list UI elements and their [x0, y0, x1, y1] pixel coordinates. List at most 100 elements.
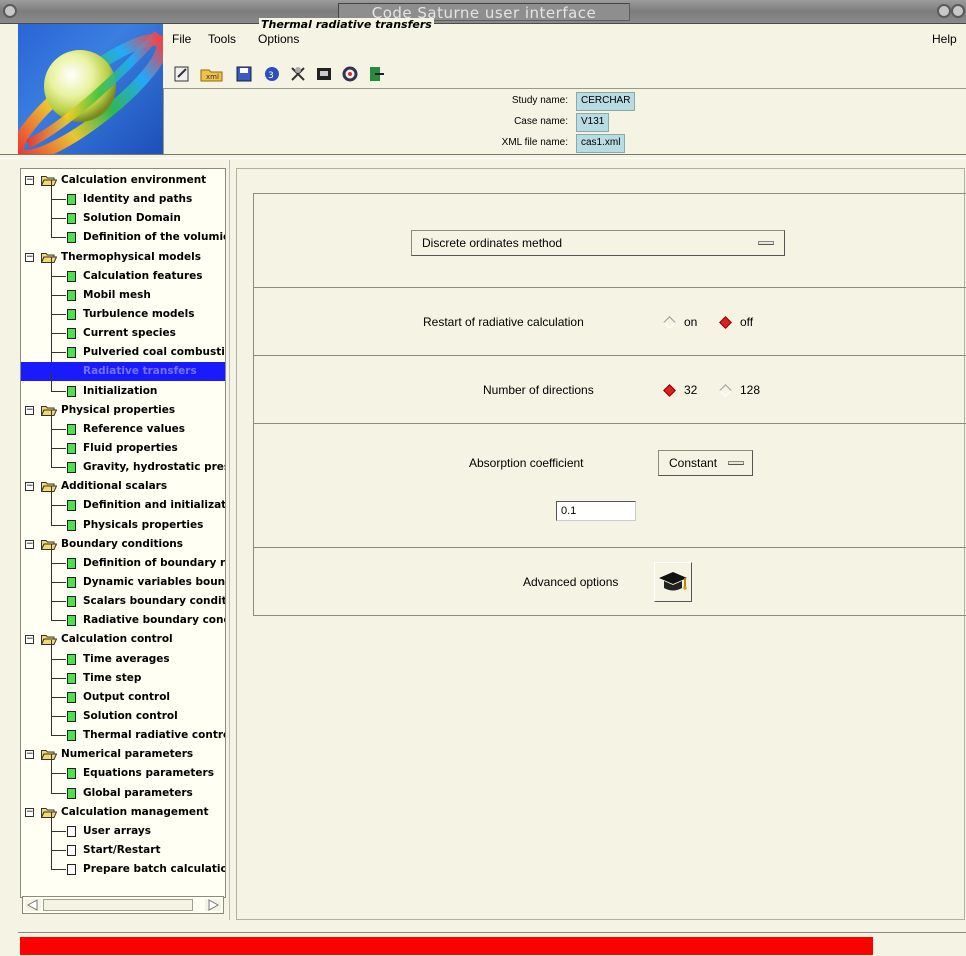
page-icon	[67, 844, 76, 856]
collapse-icon[interactable]: −	[25, 252, 34, 262]
restart-on-label: on	[684, 315, 698, 329]
xml-file-value: cas1.xml	[576, 134, 626, 153]
tree-item-label: Calculation environment	[61, 174, 207, 186]
collapse-icon[interactable]: −	[25, 405, 34, 415]
tree-item-label: Solution control	[83, 709, 178, 722]
page-icon	[67, 500, 76, 512]
restart-off-label: off	[740, 315, 754, 329]
page-icon	[67, 308, 76, 320]
tree-item-label: Definition and initializati	[83, 499, 226, 512]
saturn-logo	[18, 24, 163, 154]
tree-connector	[51, 773, 66, 794]
directions-label: Number of directions	[483, 383, 594, 397]
page-icon	[67, 576, 76, 588]
radiative-method-value: Discrete ordinates method	[422, 236, 563, 250]
save-as-icon[interactable]	[314, 64, 334, 84]
close-button[interactable]	[951, 4, 965, 18]
collapse-icon[interactable]: −	[25, 750, 34, 760]
collapse-icon[interactable]: −	[25, 482, 34, 492]
tree-connector	[51, 218, 66, 239]
status-bar	[18, 932, 966, 956]
tree-connector	[51, 294, 66, 315]
tree-item-label: Boundary conditions	[61, 537, 184, 550]
tree-item-label: Numerical parameters	[61, 748, 194, 761]
exit-icon[interactable]	[366, 64, 386, 84]
page-icon	[67, 825, 76, 837]
page-icon	[67, 730, 76, 742]
panel-splitter[interactable]	[229, 160, 234, 920]
progress-bar	[20, 937, 874, 955]
collapse-icon[interactable]: −	[25, 635, 34, 645]
tree-connector	[51, 428, 66, 449]
tree-item-label: Gravity, hydrostatic pres	[83, 461, 226, 474]
page-icon	[67, 768, 76, 780]
tree-connector	[51, 371, 66, 392]
tree-connector	[51, 658, 66, 679]
tree-item-label: Current species	[83, 327, 176, 340]
menu-file[interactable]: File	[172, 32, 191, 46]
navigation-tree-panel: − Calculation environment Identity and pat…	[20, 168, 226, 898]
tools-icon[interactable]	[288, 64, 308, 84]
advanced-options-label: Advanced options	[523, 575, 619, 589]
tree-connector	[51, 811, 66, 832]
tree-item[interactable]: Physicals properties	[21, 505, 225, 535]
tree-connector	[51, 256, 66, 277]
tree-item[interactable]: Gravity, hydrostatic pres	[21, 448, 226, 477]
page-icon	[67, 519, 76, 531]
new-file-icon[interactable]	[172, 64, 192, 84]
tree-horizontal-scrollbar[interactable]	[22, 896, 224, 914]
tree-connector	[51, 850, 66, 871]
tree-item-label: Turbulence models	[83, 307, 195, 320]
directions-128-label: 128	[740, 383, 761, 397]
tree-item-label: Dynamic variables bound	[83, 575, 226, 588]
refresh-icon[interactable]: 3	[262, 64, 282, 84]
save-icon[interactable]	[234, 64, 254, 84]
dropdown-indicator-icon	[728, 461, 744, 465]
minimize-button[interactable]	[937, 4, 951, 18]
tree-connector	[51, 448, 66, 469]
collapse-icon[interactable]: −	[25, 176, 34, 185]
menu-options[interactable]: Options	[258, 32, 299, 46]
page-icon	[67, 385, 76, 397]
dropdown-indicator-icon	[758, 241, 774, 245]
menu-tools[interactable]: Tools	[208, 32, 236, 46]
directions-section	[253, 356, 966, 424]
options-icon[interactable]	[340, 64, 360, 84]
page-icon	[67, 194, 76, 206]
window-menu-button[interactable]	[3, 4, 17, 18]
case-name-value: V131	[576, 113, 610, 132]
tree-item[interactable]: Prepare batch calculation	[21, 850, 225, 879]
scroll-left-arrow[interactable]	[25, 899, 41, 911]
collapse-icon[interactable]: −	[25, 539, 34, 549]
absorption-value-input[interactable]: 0.1	[556, 501, 636, 521]
advanced-options-button[interactable]	[654, 562, 692, 602]
tree-item[interactable]: Global parameters	[21, 773, 225, 803]
scroll-right-arrow[interactable]	[205, 899, 221, 911]
absorption-mode-select[interactable]: Constant	[658, 450, 753, 476]
tree-item[interactable]: Radiative boundary condi	[21, 601, 226, 630]
tree-item[interactable]: Initialization	[21, 371, 225, 401]
svg-text:xml: xml	[206, 73, 219, 81]
page-icon	[67, 423, 76, 435]
scrollbar-thumb[interactable]	[43, 899, 193, 911]
page-icon	[67, 270, 76, 282]
absorption-section	[253, 424, 966, 548]
tree-connector	[51, 486, 66, 507]
menu-help[interactable]: Help	[932, 32, 957, 46]
tree-item-label: Calculation features	[83, 269, 203, 282]
tree-item-label: Radiative boundary condi	[83, 614, 226, 627]
tree-item-label: Start/Restart	[83, 843, 161, 856]
page-icon	[67, 864, 76, 876]
study-name-label: Study name:	[511, 95, 568, 106]
page-icon	[67, 328, 76, 340]
tree-item-label: Physical properties	[61, 403, 176, 416]
tree-item-label: Thermal radiative control	[83, 729, 226, 742]
menu-bar: File Tools Options Help	[172, 32, 966, 52]
page-icon	[67, 232, 76, 244]
tree-item[interactable]: Definition of the volumic	[21, 218, 225, 247]
tree-item[interactable]: Thermal radiative control	[21, 716, 226, 745]
collapse-icon[interactable]: −	[25, 807, 34, 817]
radiative-method-select[interactable]: Discrete ordinates method	[411, 230, 785, 256]
open-xml-icon[interactable]: xml	[200, 64, 224, 84]
tree-connector	[51, 754, 66, 775]
